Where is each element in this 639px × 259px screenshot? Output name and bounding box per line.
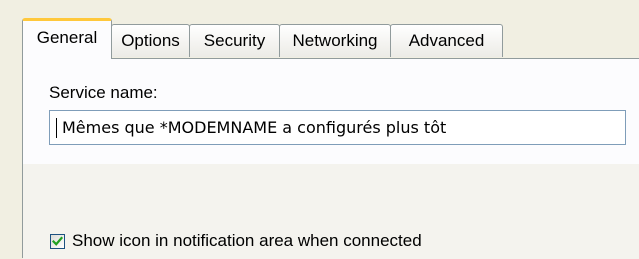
service-name-value: Mêmes que *MODEMNAME a configurés plus t… bbox=[62, 118, 447, 137]
tab-advanced[interactable]: Advanced bbox=[390, 24, 503, 57]
tab-networking[interactable]: Networking bbox=[279, 24, 391, 57]
show-icon-option[interactable]: Show icon in notification area when conn… bbox=[50, 231, 422, 251]
show-icon-label: Show icon in notification area when conn… bbox=[72, 231, 422, 250]
service-name-input[interactable]: Mêmes que *MODEMNAME a configurés plus t… bbox=[49, 110, 626, 145]
tab-general[interactable]: General bbox=[22, 18, 112, 59]
service-name-label: Service name: bbox=[49, 83, 158, 102]
checkmark-icon bbox=[52, 235, 63, 246]
show-icon-checkbox[interactable] bbox=[50, 233, 65, 249]
tab-options[interactable]: Options bbox=[111, 24, 190, 57]
text-caret bbox=[56, 117, 57, 138]
tab-security[interactable]: Security bbox=[189, 24, 280, 57]
connection-properties-dialog: General Options Security Networking Adva… bbox=[0, 0, 639, 259]
general-tab-page: Service name: Mêmes que *MODEMNAME a con… bbox=[22, 58, 639, 259]
